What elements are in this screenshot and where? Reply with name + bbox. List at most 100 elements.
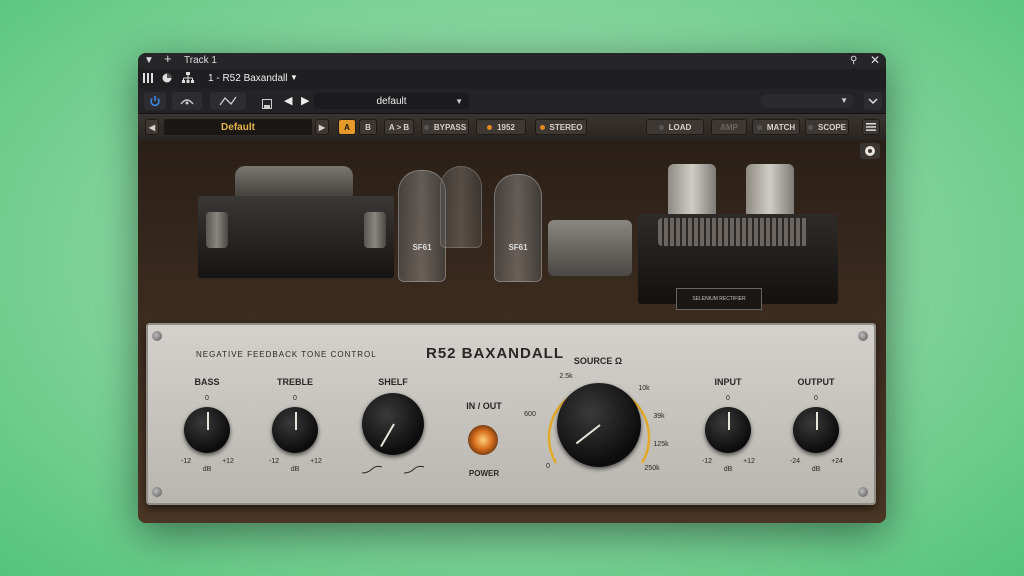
automation-button[interactable] bbox=[210, 92, 246, 110]
routing-icon[interactable] bbox=[182, 72, 194, 84]
transformer-cover bbox=[235, 166, 353, 200]
output-scale-top: 0 bbox=[814, 395, 818, 402]
next-preset-button[interactable]: ▶ bbox=[315, 119, 329, 135]
track-title: Track 1 bbox=[184, 55, 217, 66]
input-scale-min: -12 bbox=[701, 458, 713, 465]
knob-indicator bbox=[207, 412, 209, 430]
compare-button[interactable] bbox=[172, 92, 202, 110]
close-icon[interactable]: ✕ bbox=[870, 53, 880, 67]
tube-label: SF61 bbox=[412, 243, 432, 252]
rectifier-stack bbox=[658, 218, 808, 246]
shelf-label: SHELF bbox=[378, 377, 408, 387]
output-scale-max: +24 bbox=[831, 458, 843, 465]
title-bar: ▼ + Track 1 ⚲ ✕ bbox=[138, 53, 886, 69]
bass-scale-min: -12 bbox=[180, 458, 192, 465]
chevron-down-icon bbox=[868, 97, 878, 104]
preset-name[interactable]: Default bbox=[164, 119, 312, 135]
match-led bbox=[756, 124, 762, 130]
load-button[interactable]: LOAD bbox=[646, 119, 704, 135]
year-button[interactable]: 1952 bbox=[476, 119, 526, 135]
metal-can bbox=[548, 220, 632, 276]
plugin-slot-name[interactable]: 1 - R52 Baxandall bbox=[208, 73, 288, 84]
treble-scale-max: +12 bbox=[310, 458, 322, 465]
input-scale-max: +12 bbox=[743, 458, 755, 465]
sidechain-select[interactable]: ▼ bbox=[760, 94, 854, 108]
b-button[interactable]: B bbox=[359, 119, 377, 135]
brand-logo-icon bbox=[865, 146, 875, 156]
next-preset-icon[interactable]: ▶ bbox=[301, 94, 309, 107]
treble-knob[interactable] bbox=[272, 407, 318, 453]
meter-icon[interactable] bbox=[162, 73, 172, 83]
host-preset-value: default bbox=[376, 95, 407, 107]
menu-button[interactable] bbox=[862, 119, 880, 135]
bass-knob[interactable] bbox=[184, 407, 230, 453]
vacuum-tube: SF61 bbox=[398, 170, 446, 282]
hamburger-menu-icon bbox=[866, 123, 876, 131]
source-tick-1: 600 bbox=[524, 411, 536, 418]
bypass-button[interactable]: BYPASS bbox=[421, 119, 469, 135]
copy-a-to-b-button[interactable]: A > B bbox=[384, 119, 414, 135]
front-panel: NEGATIVE FEEDBACK TONE CONTROL R52 BAXAN… bbox=[146, 323, 876, 505]
knob-indicator bbox=[575, 424, 601, 445]
treble-label: TREBLE bbox=[277, 377, 313, 387]
treble-scale-top: 0 bbox=[293, 395, 297, 402]
a-button[interactable]: A bbox=[338, 119, 356, 135]
host-preset-select[interactable]: default ▼ bbox=[314, 93, 469, 109]
treble-unit: dB bbox=[290, 466, 300, 473]
tube-label: SF61 bbox=[508, 243, 528, 252]
sidechain-icon bbox=[180, 99, 194, 105]
amp-button[interactable]: AMP bbox=[711, 119, 747, 135]
source-tick-3: 10k bbox=[638, 385, 650, 392]
stereo-led bbox=[539, 124, 545, 130]
power-lamp[interactable] bbox=[468, 425, 498, 455]
scope-led bbox=[807, 124, 813, 130]
add-icon[interactable]: + bbox=[164, 53, 172, 66]
shelf-curve-icons bbox=[361, 465, 425, 474]
match-button[interactable]: MATCH bbox=[752, 119, 800, 135]
bass-scale-top: 0 bbox=[205, 395, 209, 402]
bass-scale-max: +12 bbox=[222, 458, 234, 465]
rectifier-label: SELENIUM RECTIFIER bbox=[676, 288, 762, 310]
power-button[interactable] bbox=[144, 92, 166, 110]
arrow-left-icon: ◀ bbox=[148, 122, 156, 132]
expand-button[interactable] bbox=[864, 92, 882, 110]
brand-logo-button[interactable] bbox=[860, 143, 880, 159]
capacitor-can bbox=[746, 164, 794, 220]
collapse-arrow-icon[interactable]: ▼ bbox=[144, 54, 154, 68]
stereo-button[interactable]: STEREO bbox=[535, 119, 587, 135]
bypass-led bbox=[423, 124, 429, 130]
bass-unit: dB bbox=[202, 466, 212, 473]
hardware-view: SF61 SF61 SELENIUM RECTIFIER NEGATIVE FE… bbox=[138, 140, 886, 523]
source-knob[interactable] bbox=[557, 383, 641, 467]
save-icon[interactable] bbox=[262, 96, 272, 109]
capacitor bbox=[206, 212, 228, 248]
vacuum-tube: SF61 bbox=[494, 174, 542, 282]
output-knob[interactable] bbox=[793, 407, 839, 453]
input-unit: dB bbox=[723, 466, 733, 473]
panel-title: R52 BAXANDALL bbox=[426, 345, 565, 362]
scope-button[interactable]: SCOPE bbox=[805, 119, 849, 135]
source-tick-5: 125k bbox=[653, 441, 669, 448]
host-control-row: ◀ ▶ default ▼ ▼ bbox=[138, 89, 886, 114]
source-tick-6: 250k bbox=[644, 465, 660, 472]
automation-curve-icon bbox=[219, 96, 237, 106]
input-label: INPUT bbox=[714, 377, 742, 387]
screw bbox=[858, 487, 868, 497]
arrow-right-icon: ▶ bbox=[318, 122, 326, 132]
plugin-slot-row: 1 - R52 Baxandall ▼ bbox=[138, 69, 886, 89]
prev-preset-button[interactable]: ◀ bbox=[145, 119, 159, 135]
shelf-knob[interactable] bbox=[362, 393, 424, 455]
chevron-down-icon: ▼ bbox=[840, 96, 848, 105]
output-unit: dB bbox=[811, 466, 821, 473]
plugin-toolbar: ◀ Default ▶ A B A > B BYPASS 1952 STEREO… bbox=[138, 114, 886, 140]
pin-icon[interactable]: ⚲ bbox=[850, 54, 857, 68]
capacitor bbox=[364, 212, 386, 248]
plugin-window: ▼ + Track 1 ⚲ ✕ 1 - R52 Baxandall ▼ ◀ ▶ … bbox=[138, 53, 886, 523]
slot-dropdown-icon[interactable]: ▼ bbox=[290, 73, 298, 82]
inout-label: IN / OUT bbox=[466, 401, 502, 411]
year-led bbox=[487, 124, 493, 130]
grid-icon[interactable] bbox=[143, 73, 153, 83]
input-knob[interactable] bbox=[705, 407, 751, 453]
previous-preset-icon[interactable]: ◀ bbox=[284, 94, 292, 107]
vacuum-tube bbox=[440, 166, 482, 248]
